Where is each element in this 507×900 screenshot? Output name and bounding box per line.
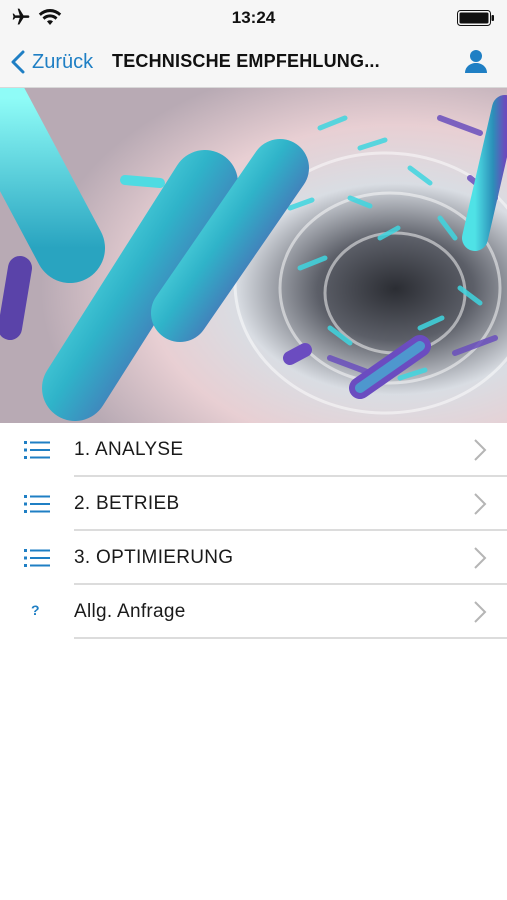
navigation-bar: Zurück TECHNISCHE EMPFEHLUNG...	[0, 36, 507, 88]
user-icon[interactable]	[463, 48, 489, 74]
menu-item-label: 2. BETRIEB	[74, 493, 180, 514]
bacteria-illustration	[0, 88, 507, 423]
back-button-label: Zurück	[32, 50, 94, 73]
chevron-right-icon	[474, 439, 487, 461]
back-button[interactable]: Zurück	[10, 48, 93, 76]
hero-image	[0, 88, 507, 423]
status-time: 13:24	[231, 8, 276, 27]
menu-item-allg-anfrage[interactable]: ? Allg. Anfrage	[0, 585, 507, 639]
question-icon: ?	[31, 602, 40, 618]
chevron-right-icon	[474, 601, 487, 623]
menu-item-analyse[interactable]: 1. ANALYSE	[0, 423, 507, 477]
list-icon	[24, 495, 50, 513]
menu-item-label: Allg. Anfrage	[74, 601, 186, 622]
list-icon	[24, 549, 50, 567]
page-title: TECHNISCHE EMPFEHLUNG...	[112, 51, 380, 71]
menu-item-label: 1. ANALYSE	[74, 439, 184, 460]
chevron-right-icon	[474, 493, 487, 515]
list-icon	[24, 441, 50, 459]
menu-list: 1. ANALYSE 2. BETRIEB 3. OPTIMIERUNG ? A…	[0, 423, 507, 639]
menu-item-optimierung[interactable]: 3. OPTIMIERUNG	[0, 531, 507, 585]
chevron-left-icon	[11, 50, 25, 74]
battery-icon	[457, 10, 494, 26]
divider	[74, 637, 507, 639]
chevron-right-icon	[474, 547, 487, 569]
status-bar: 13:24	[0, 0, 507, 36]
menu-item-label: 3. OPTIMIERUNG	[74, 547, 234, 568]
menu-item-betrieb[interactable]: 2. BETRIEB	[0, 477, 507, 531]
